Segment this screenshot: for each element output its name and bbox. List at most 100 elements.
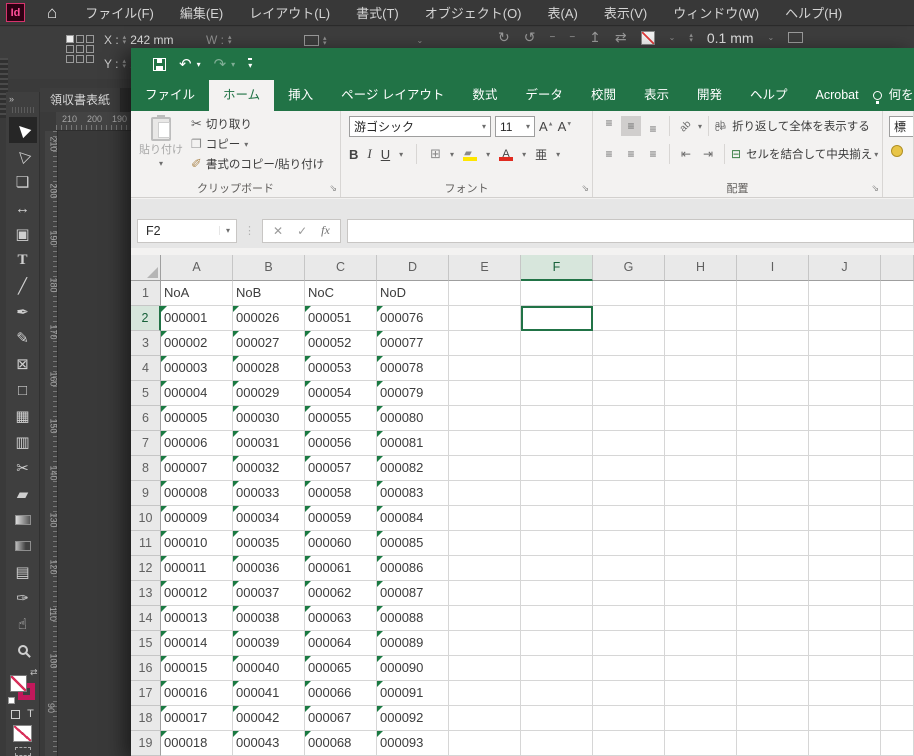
redo-icon[interactable]: ↷ xyxy=(214,57,227,72)
cell-A2[interactable]: 000001 xyxy=(161,306,233,331)
gradient-feather-tool[interactable] xyxy=(9,533,37,559)
column-header-B[interactable]: B xyxy=(233,255,305,281)
cell-I16[interactable] xyxy=(737,656,809,681)
align-center-button[interactable]: ≡ xyxy=(621,144,641,164)
cell-G11[interactable] xyxy=(593,531,665,556)
cell-J11[interactable] xyxy=(809,531,881,556)
pen-tool[interactable]: ✒ xyxy=(9,299,37,325)
cell-A12[interactable]: 000011 xyxy=(161,556,233,581)
cell-I11[interactable] xyxy=(737,531,809,556)
column-header-G[interactable]: G xyxy=(593,255,665,281)
hand-tool[interactable]: ☝ xyxy=(9,611,37,637)
wrap-text-button[interactable]: 折り返して全体を表示する xyxy=(732,118,870,134)
cell-E2[interactable] xyxy=(449,306,521,331)
cell-I14[interactable] xyxy=(737,606,809,631)
cell-G1[interactable] xyxy=(593,281,665,306)
tab-data[interactable]: データ xyxy=(511,80,577,111)
cell-F3[interactable] xyxy=(521,331,593,356)
tab-insert[interactable]: 挿入 xyxy=(274,80,327,111)
orientation-button[interactable]: ab xyxy=(676,116,696,136)
cell-C8[interactable]: 000057 xyxy=(305,456,377,481)
cell-B14[interactable]: 000038 xyxy=(233,606,305,631)
cell-D2[interactable]: 000076 xyxy=(377,306,449,331)
cell-I2[interactable] xyxy=(737,306,809,331)
cell-E17[interactable] xyxy=(449,681,521,706)
cell-A5[interactable]: 000004 xyxy=(161,381,233,406)
zoom-tool[interactable] xyxy=(9,637,37,663)
cell-D12[interactable]: 000086 xyxy=(377,556,449,581)
cell-C12[interactable]: 000061 xyxy=(305,556,377,581)
tab-file[interactable]: ファイル xyxy=(131,80,209,111)
cell-C3[interactable]: 000052 xyxy=(305,331,377,356)
align-top-button[interactable]: ≡ xyxy=(599,116,619,136)
tab-review[interactable]: 校閲 xyxy=(577,80,630,111)
cell-G18[interactable] xyxy=(593,706,665,731)
italic-button[interactable]: I xyxy=(367,146,371,162)
cell-A3[interactable]: 000002 xyxy=(161,331,233,356)
cell-G12[interactable] xyxy=(593,556,665,581)
cell-F14[interactable] xyxy=(521,606,593,631)
row-header-2[interactable]: 2 xyxy=(131,306,161,331)
cell-D14[interactable]: 000088 xyxy=(377,606,449,631)
cell-F15[interactable] xyxy=(521,631,593,656)
cell-J15[interactable] xyxy=(809,631,881,656)
cell-J18[interactable] xyxy=(809,706,881,731)
row-header-3[interactable]: 3 xyxy=(131,331,161,356)
row-header-7[interactable]: 7 xyxy=(131,431,161,456)
cell-E13[interactable] xyxy=(449,581,521,606)
tab-acrobat[interactable]: Acrobat xyxy=(802,80,873,111)
column-header-C[interactable]: C xyxy=(305,255,377,281)
number-format-combo[interactable]: 標 xyxy=(889,116,913,137)
cell-H14[interactable] xyxy=(665,606,737,631)
cell-A8[interactable]: 000007 xyxy=(161,456,233,481)
cell-A1[interactable]: NoA xyxy=(161,281,233,306)
name-box-dropdown-icon[interactable]: ▾ xyxy=(218,226,236,235)
cell-G6[interactable] xyxy=(593,406,665,431)
cell-B16[interactable]: 000040 xyxy=(233,656,305,681)
cell-J14[interactable] xyxy=(809,606,881,631)
cell-J6[interactable] xyxy=(809,406,881,431)
cell-J16[interactable] xyxy=(809,656,881,681)
column-header-I[interactable]: I xyxy=(737,255,809,281)
row-header-4[interactable]: 4 xyxy=(131,356,161,381)
cell-G10[interactable] xyxy=(593,506,665,531)
reference-point-selector[interactable] xyxy=(66,35,94,63)
cell-H15[interactable] xyxy=(665,631,737,656)
cell-C18[interactable]: 000067 xyxy=(305,706,377,731)
increase-font-button[interactable]: A▲ xyxy=(539,119,554,134)
cell-B4[interactable]: 000028 xyxy=(233,356,305,381)
row-header-10[interactable]: 10 xyxy=(131,506,161,531)
row-header-8[interactable]: 8 xyxy=(131,456,161,481)
font-color-button[interactable]: A xyxy=(499,148,514,161)
cell-F19[interactable] xyxy=(521,731,593,756)
row-header-9[interactable]: 9 xyxy=(131,481,161,506)
cell-D16[interactable]: 000090 xyxy=(377,656,449,681)
undo-dropdown-icon[interactable]: ▾ xyxy=(197,60,201,69)
cell-H4[interactable] xyxy=(665,356,737,381)
cell-C4[interactable]: 000053 xyxy=(305,356,377,381)
cell-C13[interactable]: 000062 xyxy=(305,581,377,606)
cell-E15[interactable] xyxy=(449,631,521,656)
column-header-A[interactable]: A xyxy=(161,255,233,281)
redo-dropdown-icon[interactable]: ▾ xyxy=(231,60,235,69)
cell-I6[interactable] xyxy=(737,406,809,431)
cell-B7[interactable]: 000031 xyxy=(233,431,305,456)
cell-F1[interactable] xyxy=(521,281,593,306)
cell-A13[interactable]: 000012 xyxy=(161,581,233,606)
menu-help[interactable]: ヘルプ(H) xyxy=(785,3,842,22)
cell-D13[interactable]: 000087 xyxy=(377,581,449,606)
stroke-none-swatch[interactable] xyxy=(640,30,655,45)
cell-D1[interactable]: NoD xyxy=(377,281,449,306)
cell-C17[interactable]: 000066 xyxy=(305,681,377,706)
cell-I1[interactable] xyxy=(737,281,809,306)
cell-B13[interactable]: 000037 xyxy=(233,581,305,606)
cell-E6[interactable] xyxy=(449,406,521,431)
cell-E11[interactable] xyxy=(449,531,521,556)
select-all-corner[interactable] xyxy=(131,255,161,281)
cell-J12[interactable] xyxy=(809,556,881,581)
menu-view[interactable]: 表示(V) xyxy=(604,3,647,22)
cell-C6[interactable]: 000055 xyxy=(305,406,377,431)
cell-A7[interactable]: 000006 xyxy=(161,431,233,456)
formatting-affects-text-button[interactable]: T xyxy=(27,708,34,720)
cell-F6[interactable] xyxy=(521,406,593,431)
